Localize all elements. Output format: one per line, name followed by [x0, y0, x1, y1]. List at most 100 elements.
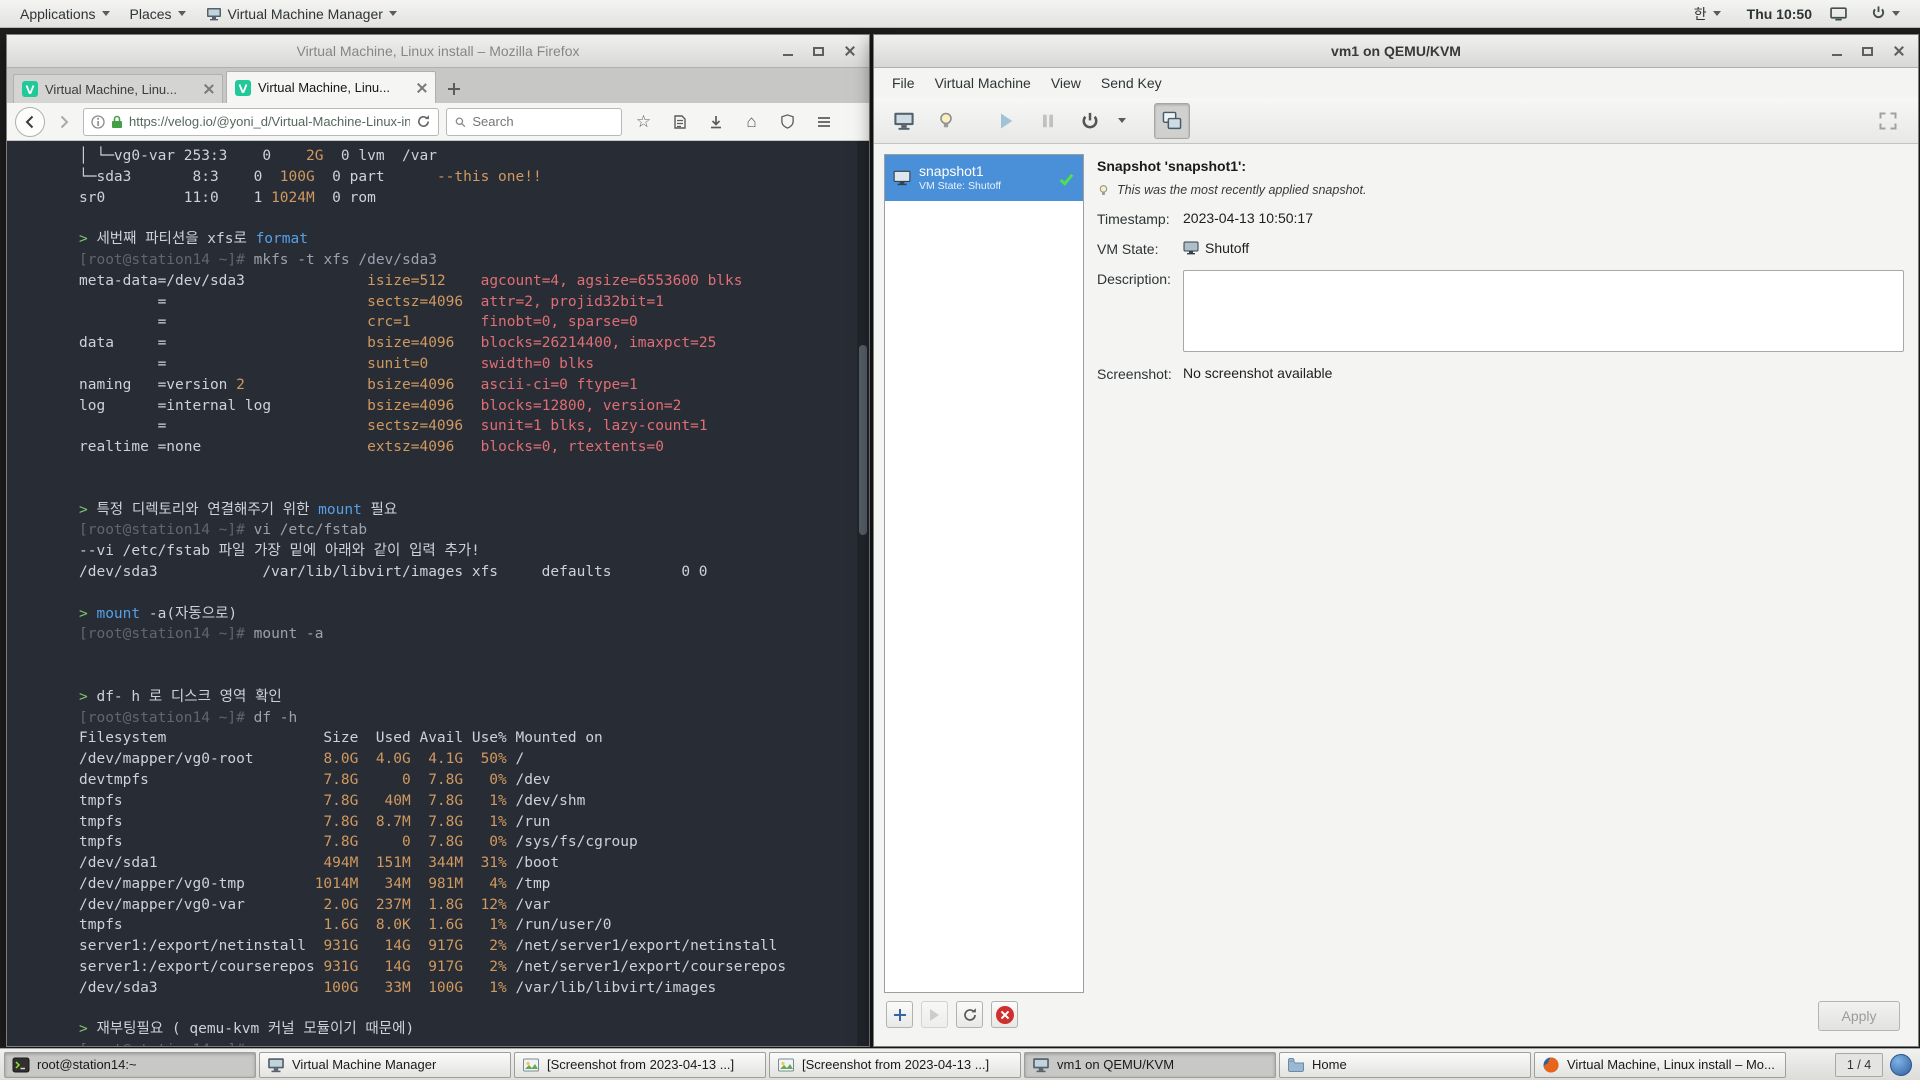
tab-1[interactable]: Virtual Machine, Linu... — [13, 74, 223, 103]
terminal-line: > 세번째 파티션을 xfs로 format — [79, 231, 308, 248]
delete-icon — [995, 1005, 1014, 1024]
taskbar-item-terminal[interactable]: root@station14:~ — [4, 1051, 256, 1078]
run-button[interactable] — [988, 103, 1024, 139]
snapshot-list[interactable]: snapshot1 VM State: Shutoff — [884, 154, 1084, 993]
taskbar-item-screenshot-2[interactable]: [Screenshot from 2023-04-13 ...] — [769, 1051, 1021, 1078]
terminal-line: /dev/mapper/vg0-root 8.0G 4.0G 4.1G 50% … — [79, 751, 525, 768]
taskbar-item-firefox[interactable]: Virtual Machine, Linux install – Mo... — [1534, 1051, 1786, 1078]
vmm-window: vm1 on QEMU/KVM File Virtual Machine Vie… — [873, 34, 1919, 1047]
tab-close-icon[interactable] — [417, 83, 427, 93]
menu-applications[interactable]: Applications — [10, 0, 120, 27]
firefox-titlebar[interactable]: Virtual Machine, Linux install – Mozilla… — [7, 35, 869, 68]
scrollbar-thumb[interactable] — [859, 345, 867, 535]
menu-button[interactable] — [809, 107, 838, 136]
shield-icon — [781, 114, 794, 129]
shutdown-button[interactable] — [1072, 103, 1108, 139]
display-icon[interactable] — [1828, 5, 1849, 22]
taskbar-item-label: Virtual Machine, Linux install – Mo... — [1567, 1057, 1775, 1072]
chevron-down-icon — [177, 11, 186, 16]
menu-virtual-machine-manager[interactable]: Virtual Machine Manager — [196, 0, 407, 27]
terminal-line: server1:/export/netinstall 931G 14G 917G… — [79, 938, 778, 955]
apply-button[interactable]: Apply — [1818, 1001, 1900, 1031]
menu-file[interactable]: File — [882, 68, 925, 98]
close-button[interactable] — [836, 39, 863, 63]
search-bar[interactable] — [446, 107, 622, 136]
snapshot-description-input[interactable] — [1183, 270, 1904, 352]
shutdown-menu-button[interactable] — [1114, 103, 1130, 139]
workspace-pager[interactable]: 1 / 4 — [1835, 1052, 1883, 1077]
terminal-line: sr0 11:0 1 1024M 0 rom — [79, 189, 376, 206]
clock[interactable]: Thu 10:50 — [1743, 6, 1816, 22]
taskbar-item-home[interactable]: Home — [1279, 1051, 1531, 1078]
menu-places[interactable]: Places — [120, 0, 196, 27]
keyboard-layout-indicator[interactable]: 한 — [1684, 0, 1731, 27]
terminal-line: meta-data=/dev/sda3 isize=512 agcount=4,… — [79, 272, 743, 289]
minimize-button[interactable] — [774, 39, 801, 63]
run-snapshot-button[interactable] — [921, 1001, 948, 1028]
vm-state-text: Shutoff — [1205, 240, 1250, 256]
plus-icon — [893, 1008, 906, 1021]
refresh-snapshots-button[interactable] — [956, 1001, 983, 1028]
close-button[interactable] — [1885, 39, 1912, 63]
console-monitor-icon — [894, 112, 914, 130]
new-tab-button[interactable] — [439, 74, 469, 103]
forward-button[interactable] — [52, 110, 76, 134]
snapshot-name: snapshot1 — [919, 163, 984, 179]
library-button[interactable] — [665, 107, 694, 136]
forward-arrow-icon — [60, 115, 69, 128]
terminal-line: [root@station14 ~]# mkfs -t xfs /dev/sda… — [79, 251, 437, 268]
tab-close-icon[interactable] — [204, 84, 214, 94]
home-icon: ⌂ — [746, 112, 757, 131]
delete-snapshot-button[interactable] — [991, 1001, 1018, 1028]
image-icon — [522, 1056, 540, 1074]
refresh-icon — [963, 1007, 976, 1021]
terminal-line: tmpfs 1.6G 8.0K 1.6G 1% /run/user/0 — [79, 917, 612, 934]
maximize-button[interactable] — [805, 39, 832, 63]
terminal-line: /dev/sda3 100G 33M 100G 1% /var/lib/libv… — [79, 979, 717, 996]
vmm-toolbar — [874, 98, 1918, 144]
page-scrollbar[interactable] — [857, 141, 869, 1046]
vm-state-row: VM State: Shutoff — [1097, 240, 1904, 257]
browser-viewport[interactable]: │ └─vg0-var 253:3 0 2G 0 lvm /var └─sda3 … — [7, 141, 869, 1046]
terminal-line: tmpfs 7.8G 40M 7.8G 1% /dev/shm — [79, 792, 586, 809]
page-info-icon — [91, 114, 105, 129]
power-menu[interactable] — [1861, 0, 1910, 27]
chevron-down-icon — [1712, 11, 1721, 16]
shield-button[interactable] — [773, 107, 802, 136]
tab-2-active[interactable]: Virtual Machine, Linu... — [226, 71, 436, 103]
snapshot-vm-state: VM State: Shutoff — [919, 180, 1002, 192]
minimize-button[interactable] — [1823, 39, 1850, 63]
bookmark-star-button[interactable]: ☆ — [629, 107, 658, 136]
taskbar-item-screenshot-1[interactable]: [Screenshot from 2023-04-13 ...] — [514, 1051, 766, 1078]
status-indicator-icon[interactable] — [1890, 1053, 1912, 1076]
downloads-button[interactable] — [701, 107, 730, 136]
terminal-line: = sunit=0 swidth=0 blks — [79, 355, 595, 372]
reload-icon[interactable] — [416, 114, 431, 129]
terminal-line: /dev/mapper/vg0-tmp 1014M 34M 981M 4% /t… — [79, 875, 551, 892]
back-button[interactable] — [15, 106, 45, 137]
minimize-icon — [782, 54, 793, 56]
vmm-titlebar[interactable]: vm1 on QEMU/KVM — [874, 35, 1918, 68]
pause-button[interactable] — [1030, 103, 1066, 139]
maximize-button[interactable] — [1854, 39, 1881, 63]
menu-virtual-machine[interactable]: Virtual Machine — [925, 68, 1041, 98]
fullscreen-button[interactable] — [1870, 103, 1906, 139]
details-button[interactable] — [928, 103, 964, 139]
snapshots-button[interactable] — [1154, 102, 1190, 139]
console-button[interactable] — [886, 103, 922, 139]
firefox-icon — [1542, 1056, 1560, 1074]
taskbar-item-vm1[interactable]: vm1 on QEMU/KVM — [1024, 1051, 1276, 1078]
timestamp-value: 2023-04-13 10:50:17 — [1183, 210, 1313, 226]
add-snapshot-button[interactable] — [886, 1001, 913, 1028]
firefox-window: Virtual Machine, Linux install – Mozilla… — [6, 34, 870, 1047]
url-bar[interactable]: https://velog.io/@yoni_d/Virtual-Machine… — [83, 107, 439, 136]
home-button[interactable]: ⌂ — [737, 107, 766, 136]
snapshot-list-item-selected[interactable]: snapshot1 VM State: Shutoff — [885, 155, 1083, 201]
taskbar-item-vmm[interactable]: Virtual Machine Manager — [259, 1051, 511, 1078]
menu-view[interactable]: View — [1041, 68, 1091, 98]
menu-send-key[interactable]: Send Key — [1091, 68, 1172, 98]
search-input[interactable] — [472, 114, 614, 129]
